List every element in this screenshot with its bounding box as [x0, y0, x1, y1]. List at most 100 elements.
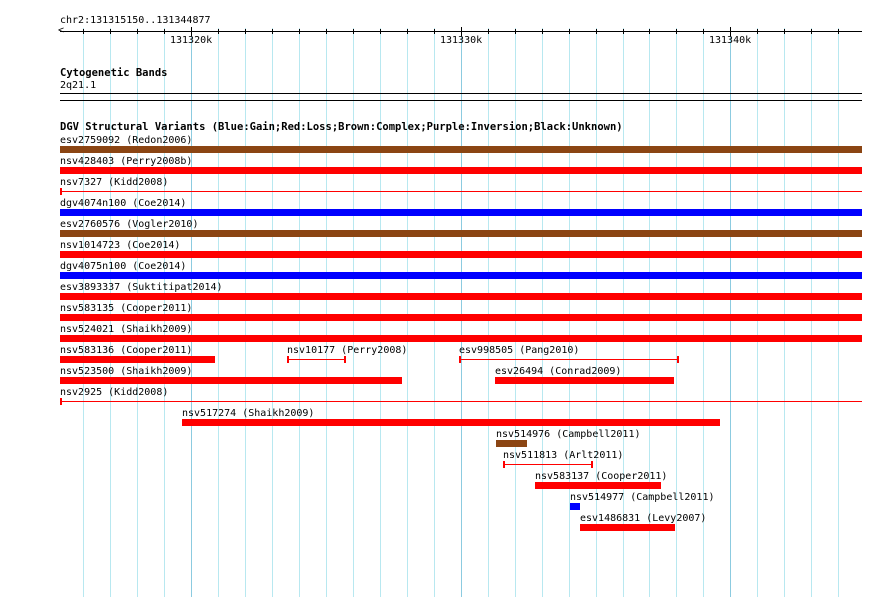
- feature-line-loss[interactable]: [503, 464, 592, 465]
- grid-line: [676, 28, 677, 597]
- ruler-tick: [515, 29, 516, 34]
- feature-label[interactable]: esv26494 (Conrad2009): [495, 366, 621, 377]
- feature-line-loss[interactable]: [60, 401, 862, 402]
- ruler-tick: [326, 29, 327, 34]
- ruler-tick: [623, 29, 624, 34]
- feature-label[interactable]: nsv10177 (Perry2008): [287, 345, 407, 356]
- feature-label[interactable]: nsv583135 (Cooper2011): [60, 303, 192, 314]
- feature-label[interactable]: nsv514977 (Campbell2011): [570, 492, 715, 503]
- feature-end-cap: [677, 356, 679, 363]
- feature-line-loss[interactable]: [459, 359, 678, 360]
- feature-label[interactable]: esv2760576 (Vogler2010): [60, 219, 198, 230]
- feature-bar-loss[interactable]: [60, 356, 215, 363]
- feature-label[interactable]: dgv4075n100 (Coe2014): [60, 261, 186, 272]
- feature-label[interactable]: nsv523500 (Shaikh2009): [60, 366, 192, 377]
- feature-bar-gain[interactable]: [570, 503, 580, 510]
- feature-label[interactable]: nsv2925 (Kidd2008): [60, 387, 168, 398]
- ruler-tick: [110, 29, 111, 34]
- ruler-tick: [434, 29, 435, 34]
- feature-end-cap: [60, 188, 62, 195]
- cytoband-top-line: [60, 93, 862, 94]
- cytoband-track-title: Cytogenetic Bands: [60, 67, 168, 79]
- feature-label[interactable]: nsv7327 (Kidd2008): [60, 177, 168, 188]
- ruler-tick: [353, 29, 354, 34]
- feature-label[interactable]: esv998505 (Pang2010): [459, 345, 579, 356]
- ruler-tick: [164, 29, 165, 34]
- ruler-tick: [299, 29, 300, 34]
- feature-label[interactable]: nsv524021 (Shaikh2009): [60, 324, 192, 335]
- left-arrow-icon[interactable]: <: [58, 25, 64, 36]
- feature-bar-loss[interactable]: [60, 377, 402, 384]
- feature-label[interactable]: esv1486831 (Levy2007): [580, 513, 706, 524]
- grid-line: [299, 28, 300, 597]
- ruler-tick-label: 131340k: [709, 35, 752, 46]
- ruler-tick: [542, 29, 543, 34]
- feature-end-cap: [591, 461, 593, 468]
- feature-end-cap: [60, 398, 62, 405]
- grid-line: [434, 28, 435, 597]
- grid-line: [245, 28, 246, 597]
- grid-line: [784, 28, 785, 597]
- ruler-tick: [218, 29, 219, 34]
- ruler-tick: [380, 29, 381, 34]
- feature-bar-loss[interactable]: [182, 419, 720, 426]
- grid-line: [730, 28, 731, 597]
- ruler-tick: [703, 29, 704, 34]
- ruler-tick: [811, 29, 812, 34]
- grid-line: [623, 28, 624, 597]
- feature-label[interactable]: dgv4074n100 (Coe2014): [60, 198, 186, 209]
- feature-label[interactable]: esv2759092 (Redon2006): [60, 135, 192, 146]
- feature-bar-complex[interactable]: [60, 230, 862, 237]
- feature-line-loss[interactable]: [60, 191, 862, 192]
- feature-label[interactable]: esv3893337 (Suktitipat2014): [60, 282, 223, 293]
- grid-line: [488, 28, 489, 597]
- feature-bar-gain[interactable]: [60, 209, 862, 216]
- feature-end-cap: [344, 356, 346, 363]
- feature-line-loss[interactable]: [287, 359, 345, 360]
- ruler-tick-label: 131320k: [170, 35, 213, 46]
- grid-line: [380, 28, 381, 597]
- grid-line: [326, 28, 327, 597]
- ruler-tick: [83, 29, 84, 34]
- ruler-tick: [596, 29, 597, 34]
- ruler-location: chr2:131315150..131344877: [60, 15, 211, 26]
- grid-line: [515, 28, 516, 597]
- grid-line: [757, 28, 758, 597]
- cytoband-bottom-line: [60, 100, 862, 101]
- ruler-tick: [137, 29, 138, 34]
- grid-line: [542, 28, 543, 597]
- ruler-tick: [245, 29, 246, 34]
- ruler-tick: [757, 29, 758, 34]
- ruler-tick: [838, 29, 839, 34]
- feature-label[interactable]: nsv517274 (Shaikh2009): [182, 408, 314, 419]
- feature-label[interactable]: nsv1014723 (Coe2014): [60, 240, 180, 251]
- grid-line: [461, 28, 462, 597]
- grid-line: [407, 28, 408, 597]
- feature-label[interactable]: nsv514976 (Campbell2011): [496, 429, 641, 440]
- feature-end-cap: [459, 356, 461, 363]
- feature-bar-loss[interactable]: [60, 293, 862, 300]
- feature-bar-loss[interactable]: [495, 377, 674, 384]
- grid-line: [703, 28, 704, 597]
- grid-line: [649, 28, 650, 597]
- genome-browser-view: chr2:131315150..131344877 <131320k 131330…: [0, 0, 890, 597]
- feature-label[interactable]: nsv511813 (Arlt2011): [503, 450, 623, 461]
- feature-bar-loss[interactable]: [535, 482, 661, 489]
- feature-bar-gain[interactable]: [60, 272, 862, 279]
- feature-bar-loss[interactable]: [60, 314, 862, 321]
- feature-bar-complex[interactable]: [60, 146, 862, 153]
- feature-bar-loss[interactable]: [60, 167, 862, 174]
- grid-line: [353, 28, 354, 597]
- feature-label[interactable]: nsv428403 (Perry2008b): [60, 156, 192, 167]
- feature-bar-complex[interactable]: [496, 440, 527, 447]
- ruler-tick: [488, 29, 489, 34]
- grid-line: [811, 28, 812, 597]
- feature-label[interactable]: nsv583137 (Cooper2011): [535, 471, 667, 482]
- ruler-tick: [649, 29, 650, 34]
- feature-bar-loss[interactable]: [60, 251, 862, 258]
- feature-bar-loss[interactable]: [580, 524, 675, 531]
- feature-label[interactable]: nsv583136 (Cooper2011): [60, 345, 192, 356]
- grid-line: [838, 28, 839, 597]
- ruler-tick: [784, 29, 785, 34]
- feature-bar-loss[interactable]: [60, 335, 862, 342]
